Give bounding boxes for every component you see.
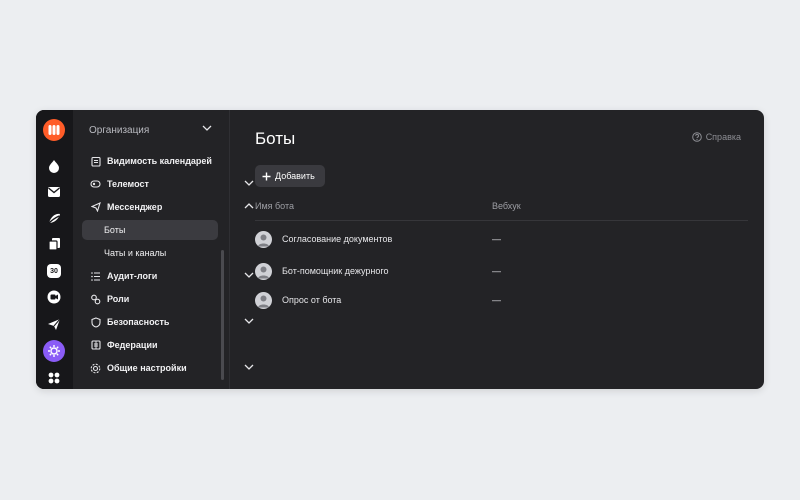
drop-icon[interactable] xyxy=(43,155,65,177)
apps-icon[interactable] xyxy=(43,367,65,389)
telemost-icon[interactable] xyxy=(43,286,65,308)
sidebar-item-label: Аудит-логи xyxy=(107,271,158,281)
app-window: 30 Организация Видимость календарей Теле… xyxy=(36,110,764,389)
list-icon xyxy=(90,271,101,282)
bot-avatar xyxy=(255,263,272,280)
sidebar-item-label: Мессенджер xyxy=(107,202,163,212)
column-header-webhook: Вебхук xyxy=(492,201,521,211)
table-header-divider xyxy=(255,220,748,221)
help-label: Справка xyxy=(705,132,741,142)
mail-icon[interactable] xyxy=(43,181,65,203)
messenger-small-icon xyxy=(90,202,101,213)
sidebar-item-bots[interactable]: Боты xyxy=(82,220,218,240)
bot-webhook: — xyxy=(492,295,501,305)
roles-icon xyxy=(90,294,101,305)
add-bot-button[interactable]: Добавить xyxy=(255,165,325,187)
bot-name: Согласование документов xyxy=(282,234,393,244)
org-label: Организация xyxy=(89,124,150,136)
gear-icon xyxy=(90,363,101,374)
app-rail: 30 xyxy=(36,110,73,389)
sidebar-scrollbar[interactable] xyxy=(221,250,224,380)
sidebar-item-chats[interactable]: Чаты и каналы xyxy=(82,243,218,263)
page-title: Боты xyxy=(255,129,296,148)
sidebar-item-label: Общие настройки xyxy=(107,363,187,373)
bot-webhook: — xyxy=(492,266,501,276)
telemost-small-icon xyxy=(90,179,101,190)
plus-icon xyxy=(262,172,271,180)
bot-avatar xyxy=(255,231,272,248)
disk-icon[interactable] xyxy=(43,207,65,229)
sidebar-item-label: Видимость календарей xyxy=(107,156,212,166)
bot-name: Бот-помощник дежурного xyxy=(282,266,389,276)
sidebar-item-label: Федерации xyxy=(107,340,158,350)
sidebar-item-label: Чаты и каналы xyxy=(104,248,167,258)
federation-icon xyxy=(90,340,101,351)
calendar-list-icon xyxy=(90,156,101,167)
messenger-icon[interactable] xyxy=(43,313,65,335)
bot-name: Опрос от бота xyxy=(282,295,342,305)
help-link[interactable]: Справка xyxy=(691,132,741,142)
table-row[interactable]: Бот-помощник дежурного — xyxy=(255,261,748,283)
shield-icon xyxy=(90,316,101,328)
bot-webhook: — xyxy=(492,234,501,244)
table-row[interactable]: Опрос от бота — xyxy=(255,290,748,312)
docs-icon[interactable] xyxy=(43,233,65,255)
bot-avatar xyxy=(255,292,272,309)
help-icon xyxy=(691,132,702,142)
column-header-name: Имя бота xyxy=(255,201,295,211)
table-row[interactable]: Согласование документов — xyxy=(255,229,748,251)
sidebar-item-label: Боты xyxy=(104,225,126,235)
logo-icon[interactable] xyxy=(43,119,65,141)
calendar-icon[interactable]: 30 xyxy=(43,260,65,282)
sidebar-item-label: Роли xyxy=(107,294,130,304)
calendar-day: 30 xyxy=(47,264,61,278)
sidebar-item-label: Безопасность xyxy=(107,317,170,327)
sidebar-item-label: Телемост xyxy=(107,179,149,189)
add-button-label: Добавить xyxy=(275,171,315,181)
org-selector[interactable]: Организация xyxy=(73,118,230,142)
admin-icon[interactable] xyxy=(43,340,65,362)
main-content: Боты Справка Добавить Имя бота Вебхук Со… xyxy=(230,110,764,389)
chevron-down-icon xyxy=(202,125,212,131)
